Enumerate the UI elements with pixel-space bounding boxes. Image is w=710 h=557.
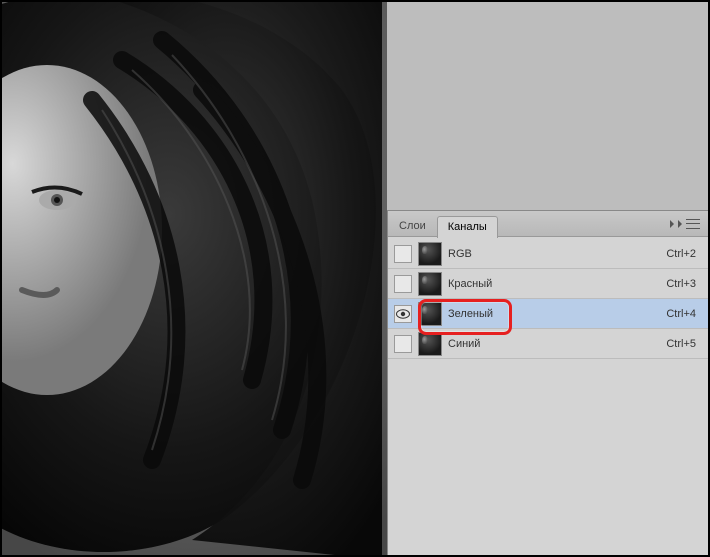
channel-thumbnail [418, 272, 442, 296]
channel-name: RGB [448, 248, 660, 260]
channel-list: RGB Ctrl+2 Красный Ctrl+3 Зеленый Ctrl+4 [388, 237, 708, 361]
tab-channels[interactable]: Каналы [437, 216, 498, 238]
channel-shortcut: Ctrl+5 [666, 338, 702, 350]
channel-name: Красный [448, 278, 660, 290]
channel-row[interactable]: Красный Ctrl+3 [388, 269, 708, 299]
channel-shortcut: Ctrl+4 [666, 308, 702, 320]
visibility-toggle[interactable] [394, 275, 412, 293]
channel-row[interactable]: RGB Ctrl+2 [388, 239, 708, 269]
channel-shortcut: Ctrl+2 [666, 248, 702, 260]
panels-spacer [387, 2, 708, 210]
channel-name: Синий [448, 338, 660, 350]
visibility-toggle[interactable] [394, 335, 412, 353]
channel-shortcut: Ctrl+3 [666, 278, 702, 290]
document-canvas[interactable] [2, 2, 387, 555]
visibility-toggle[interactable] [394, 305, 412, 323]
channel-thumbnail [418, 242, 442, 266]
visibility-toggle[interactable] [394, 245, 412, 263]
collapse-icon-2[interactable] [678, 220, 682, 228]
channel-row[interactable]: Зеленый Ctrl+4 [388, 299, 708, 329]
channel-thumbnail [418, 332, 442, 356]
channel-row[interactable]: Синий Ctrl+5 [388, 329, 708, 359]
channel-thumbnail [418, 302, 442, 326]
panels-dock: Слои Каналы RGB Ctrl+2 Красный [387, 2, 708, 555]
channel-name: Зеленый [448, 308, 660, 320]
collapse-icon[interactable] [670, 220, 674, 228]
panel-tabbar: Слои Каналы [388, 211, 708, 237]
channels-panel: Слои Каналы RGB Ctrl+2 Красный [387, 210, 708, 555]
eye-icon [396, 309, 410, 319]
panel-menu-icon[interactable] [686, 218, 700, 230]
tab-layers[interactable]: Слои [388, 215, 437, 237]
